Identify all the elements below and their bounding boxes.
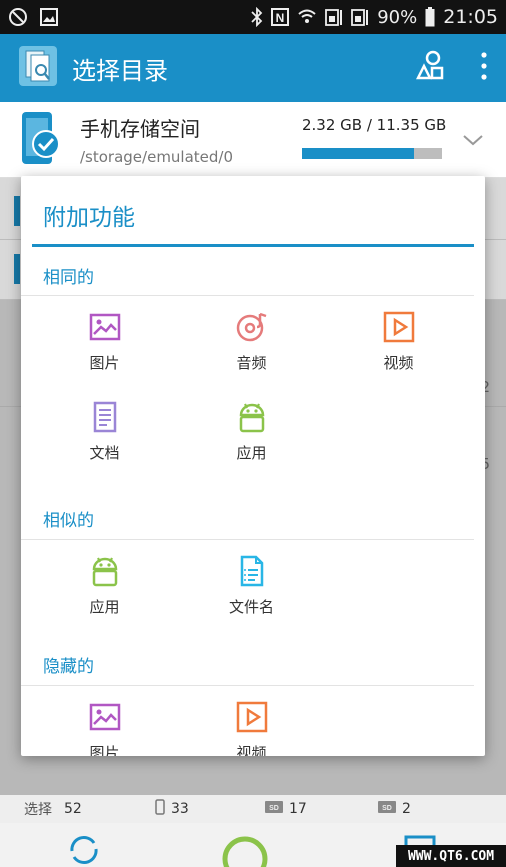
same-apps-option[interactable]: 应用 — [178, 400, 325, 484]
sim1-icon — [325, 8, 343, 26]
option-label: 文档 — [89, 444, 120, 462]
nfc-icon: N — [271, 8, 290, 26]
section-same: 相同的 图片 音频 视频 文档 应用 — [21, 247, 485, 490]
image-icon — [89, 703, 120, 731]
section-hidden: 隐藏的 图片 视频 — [21, 636, 485, 756]
section-header: 相似的 — [21, 490, 474, 540]
svg-text:SD: SD — [269, 805, 279, 812]
same-images-option[interactable]: 图片 — [31, 310, 178, 394]
option-label: 视频 — [236, 744, 267, 756]
option-label: 文件名 — [228, 598, 274, 616]
status-bar: N 90% 21:05 — [0, 0, 506, 34]
no-disturb-icon — [8, 7, 28, 27]
storage-selector[interactable]: 手机存储空间 /storage/emulated/0 2.32 GB / 11.… — [0, 102, 506, 178]
phone-storage-icon — [18, 110, 62, 170]
option-label: 视频 — [383, 354, 414, 372]
svg-text:N: N — [276, 11, 285, 25]
storage-progress-fill — [302, 148, 414, 159]
section-similar: 相似的 应用 文件名 — [21, 490, 485, 636]
battery-percent: 90% — [377, 6, 418, 28]
svg-text:SD: SD — [382, 805, 392, 812]
storage-path: /storage/emulated/0 — [80, 148, 234, 166]
storage-progress-bar — [302, 148, 442, 159]
document-icon — [93, 401, 116, 433]
page-title: 选择目录 — [72, 56, 168, 85]
phone-icon — [155, 799, 165, 819]
hidden-video-option[interactable]: 视频 — [178, 700, 325, 756]
same-audio-option[interactable]: 音频 — [178, 310, 325, 394]
bluetooth-icon — [251, 7, 263, 27]
phone-count: 33 — [171, 801, 189, 817]
watermark: WWW.QT6.COM — [396, 845, 506, 867]
same-documents-option[interactable]: 文档 — [31, 400, 178, 484]
option-label: 图片 — [89, 354, 120, 372]
sd-card-2-icon: SD — [378, 801, 396, 817]
image-icon — [89, 313, 120, 341]
android-icon — [239, 403, 264, 433]
select-count: 52 — [64, 801, 82, 817]
option-label: 图片 — [89, 744, 120, 756]
gallery-icon — [40, 8, 58, 26]
video-icon — [383, 311, 414, 343]
audio-icon — [236, 312, 266, 342]
storage-share-icon[interactable] — [415, 50, 446, 86]
video-icon — [236, 701, 267, 733]
hidden-images-option[interactable]: 图片 — [31, 700, 178, 756]
dialog-title: 附加功能 — [43, 205, 135, 231]
app-bar: 选择目录 — [0, 34, 506, 102]
storage-usage: 2.32 GB / 11.35 GB — [302, 116, 447, 134]
selection-summary-bar: 选择 52 33 SD 17 SD 2 — [0, 795, 506, 823]
similar-apps-option[interactable]: 应用 — [31, 554, 178, 638]
battery-icon — [425, 7, 435, 27]
sd-count: 17 — [289, 801, 307, 817]
select-label: 选择 — [24, 802, 52, 818]
filename-icon — [240, 555, 263, 587]
wifi-icon — [297, 8, 317, 26]
sim2-icon — [351, 8, 369, 26]
storage-name: 手机存储空间 — [80, 117, 200, 141]
extra-features-dialog: 附加功能 相同的 图片 音频 视频 文档 应用 相似的 应用 文件名 隐藏的 图… — [21, 176, 485, 756]
same-video-option[interactable]: 视频 — [325, 310, 472, 394]
similar-filename-option[interactable]: 文件名 — [178, 554, 325, 638]
more-vert-icon[interactable] — [480, 52, 488, 84]
clock: 21:05 — [443, 6, 498, 28]
section-header: 隐藏的 — [21, 636, 474, 686]
section-header: 相同的 — [21, 247, 474, 296]
refresh-icon[interactable] — [66, 833, 102, 867]
chevron-down-icon[interactable] — [462, 132, 484, 151]
sd2-count: 2 — [402, 801, 411, 817]
option-label: 音频 — [236, 354, 267, 372]
scan-button-icon[interactable] — [222, 831, 268, 867]
app-logo-icon — [18, 45, 58, 91]
sd-card-icon: SD — [265, 801, 283, 817]
option-label: 应用 — [89, 598, 120, 616]
android-icon — [92, 557, 117, 587]
option-label: 应用 — [236, 444, 267, 462]
